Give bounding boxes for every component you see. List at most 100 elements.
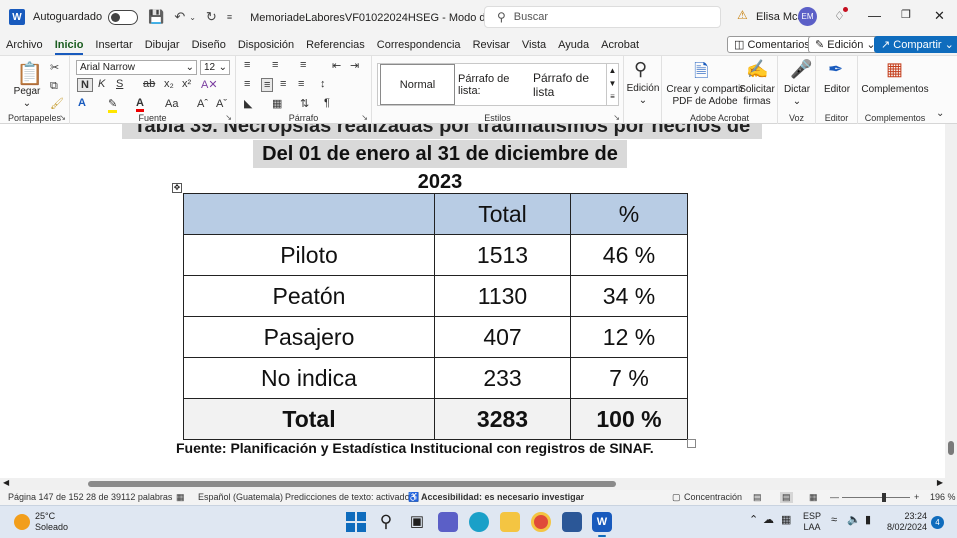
sort-icon[interactable]: ⇅: [300, 97, 309, 110]
language-status[interactable]: Español (Guatemala): [198, 492, 283, 502]
strikethrough-icon[interactable]: ab: [143, 78, 155, 90]
horizontal-scrollbar[interactable]: ◀ ▶: [0, 478, 957, 490]
borders-icon[interactable]: ▦: [272, 97, 282, 110]
tab-referencias[interactable]: Referencias: [300, 39, 371, 51]
italic-icon[interactable]: K: [98, 78, 105, 90]
request-signatures-icon[interactable]: ✍: [746, 59, 768, 80]
align-left-icon[interactable]: ≡: [244, 78, 250, 90]
editor-pen-icon[interactable]: ✒: [828, 59, 843, 80]
battery-icon[interactable]: ▮: [865, 515, 871, 526]
word-taskbar-icon[interactable]: W: [592, 512, 612, 537]
scroll-right-icon[interactable]: ▶: [937, 478, 943, 487]
edge-icon[interactable]: [469, 512, 489, 532]
print-layout-icon[interactable]: ▤: [780, 492, 793, 503]
chrome-icon[interactable]: [531, 512, 551, 532]
table-move-handle[interactable]: ✥: [172, 183, 182, 193]
undo-icon[interactable]: ↶: [174, 9, 185, 25]
tray-overflow-icon[interactable]: ⌃: [749, 515, 758, 526]
tab-dibujar[interactable]: Dibujar: [139, 39, 186, 51]
shrink-font-icon[interactable]: Aˇ: [216, 98, 227, 110]
network-drive-icon[interactable]: ☁: [763, 515, 774, 526]
task-view-icon[interactable]: ▣: [407, 512, 427, 532]
wifi-icon[interactable]: ≈: [831, 515, 837, 526]
subscript-icon[interactable]: x₂: [164, 78, 174, 90]
file-explorer-icon[interactable]: [500, 512, 520, 532]
text-predictions-status[interactable]: Predicciones de texto: activado: [285, 492, 410, 502]
style-parrafo-lista-2[interactable]: Párrafo de lista: [533, 64, 605, 105]
tab-archivo[interactable]: Archivo: [0, 39, 49, 51]
show-marks-icon[interactable]: ¶: [324, 97, 330, 109]
search-box[interactable]: ⚲ Buscar: [484, 6, 721, 28]
comments-button[interactable]: ◫ Comentarios: [727, 36, 817, 53]
align-center-icon[interactable]: ≡: [261, 78, 274, 92]
tab-ayuda[interactable]: Ayuda: [552, 39, 595, 51]
zoom-slider-track[interactable]: [842, 497, 910, 498]
vertical-scroll-thumb[interactable]: [948, 441, 954, 455]
store-icon[interactable]: [562, 512, 582, 532]
zoom-out-icon[interactable]: —: [830, 492, 839, 502]
premium-diamond-icon[interactable]: ♢: [834, 7, 848, 23]
horizontal-scroll-thumb[interactable]: [88, 481, 616, 487]
volume-icon[interactable]: 🔈: [847, 515, 861, 526]
justify-icon[interactable]: ≡: [298, 78, 304, 90]
tab-diseno[interactable]: Diseño: [186, 39, 232, 51]
redo-icon[interactable]: ↻: [206, 9, 217, 25]
collapse-ribbon-icon[interactable]: ⌄: [936, 108, 944, 119]
launcher-icon[interactable]: ↘: [613, 113, 620, 122]
numbering-icon[interactable]: ≡: [272, 59, 278, 71]
zoom-level[interactable]: 196 %: [930, 492, 956, 502]
proofing-icon[interactable]: ▦: [176, 492, 185, 503]
increase-indent-icon[interactable]: ⇥: [350, 59, 359, 72]
minimize-icon[interactable]: —: [868, 8, 881, 23]
style-parrafo-lista-1[interactable]: Párrafo de lista:: [458, 64, 532, 105]
table-resize-handle[interactable]: [687, 439, 696, 448]
style-normal[interactable]: Normal: [380, 64, 455, 105]
dictar-label[interactable]: Dictar: [778, 84, 816, 96]
styles-scroll[interactable]: ▲ ▼ ≡: [606, 64, 618, 105]
launcher-icon[interactable]: ↘: [361, 113, 368, 122]
paste-dropdown-icon[interactable]: ⌄: [20, 98, 34, 110]
save-icon[interactable]: 💾: [148, 9, 164, 25]
bullets-icon[interactable]: ≡: [244, 59, 250, 71]
addins-icon[interactable]: ▦: [886, 59, 903, 80]
sun-icon[interactable]: [14, 514, 30, 530]
page-count[interactable]: Página 147 de 152: [8, 492, 84, 502]
tab-acrobat[interactable]: Acrobat: [595, 39, 645, 51]
teams-icon[interactable]: [438, 512, 458, 532]
search-icon[interactable]: ⚲: [376, 512, 396, 532]
restore-icon[interactable]: ❐: [901, 8, 911, 21]
input-language[interactable]: ESP LAA: [803, 511, 821, 533]
close-icon[interactable]: ✕: [934, 8, 945, 24]
paste-label[interactable]: Pegar: [12, 86, 42, 98]
avatar[interactable]: EM: [798, 7, 817, 26]
create-pdf-label[interactable]: Crear y compartir PDF de Adobe: [666, 84, 744, 108]
decrease-indent-icon[interactable]: ⇤: [332, 59, 341, 72]
word-count[interactable]: 28 de 39112 palabras: [86, 492, 172, 502]
tab-disposicion[interactable]: Disposición: [232, 39, 300, 51]
vertical-scrollbar[interactable]: [945, 124, 957, 478]
scroll-left-icon[interactable]: ◀: [3, 478, 9, 487]
align-right-icon[interactable]: ≡: [280, 78, 286, 90]
complementos-label[interactable]: Complementos: [858, 84, 932, 96]
text-effects-icon[interactable]: A: [78, 97, 86, 109]
launcher-icon[interactable]: ↘: [59, 113, 66, 122]
windows-start-icon[interactable]: [346, 512, 366, 532]
group-edicion[interactable]: ⚲ Edición ⌄: [624, 56, 662, 125]
screenshot-icon[interactable]: ▦: [781, 515, 791, 526]
notification-badge[interactable]: 4: [931, 516, 944, 529]
paste-icon[interactable]: 📋: [16, 61, 43, 87]
underline-icon[interactable]: S: [116, 78, 123, 90]
line-spacing-icon[interactable]: ↕: [320, 78, 326, 90]
weather-widget[interactable]: 25°C Soleado: [35, 511, 68, 533]
autosave-toggle[interactable]: [108, 9, 139, 25]
accessibility-status[interactable]: Accesibilidad: es necesario investigar: [421, 492, 584, 502]
focus-mode[interactable]: Concentración: [684, 492, 742, 502]
microphone-icon[interactable]: 🎤: [790, 59, 812, 80]
zoom-in-icon[interactable]: +: [914, 492, 919, 502]
zoom-slider-thumb[interactable]: [882, 493, 886, 502]
superscript-icon[interactable]: x²: [182, 78, 191, 90]
multilevel-list-icon[interactable]: ≡: [300, 59, 306, 71]
tab-insertar[interactable]: Insertar: [89, 39, 138, 51]
launcher-icon[interactable]: ↘: [225, 113, 232, 122]
shading-icon[interactable]: ◣: [244, 97, 252, 110]
